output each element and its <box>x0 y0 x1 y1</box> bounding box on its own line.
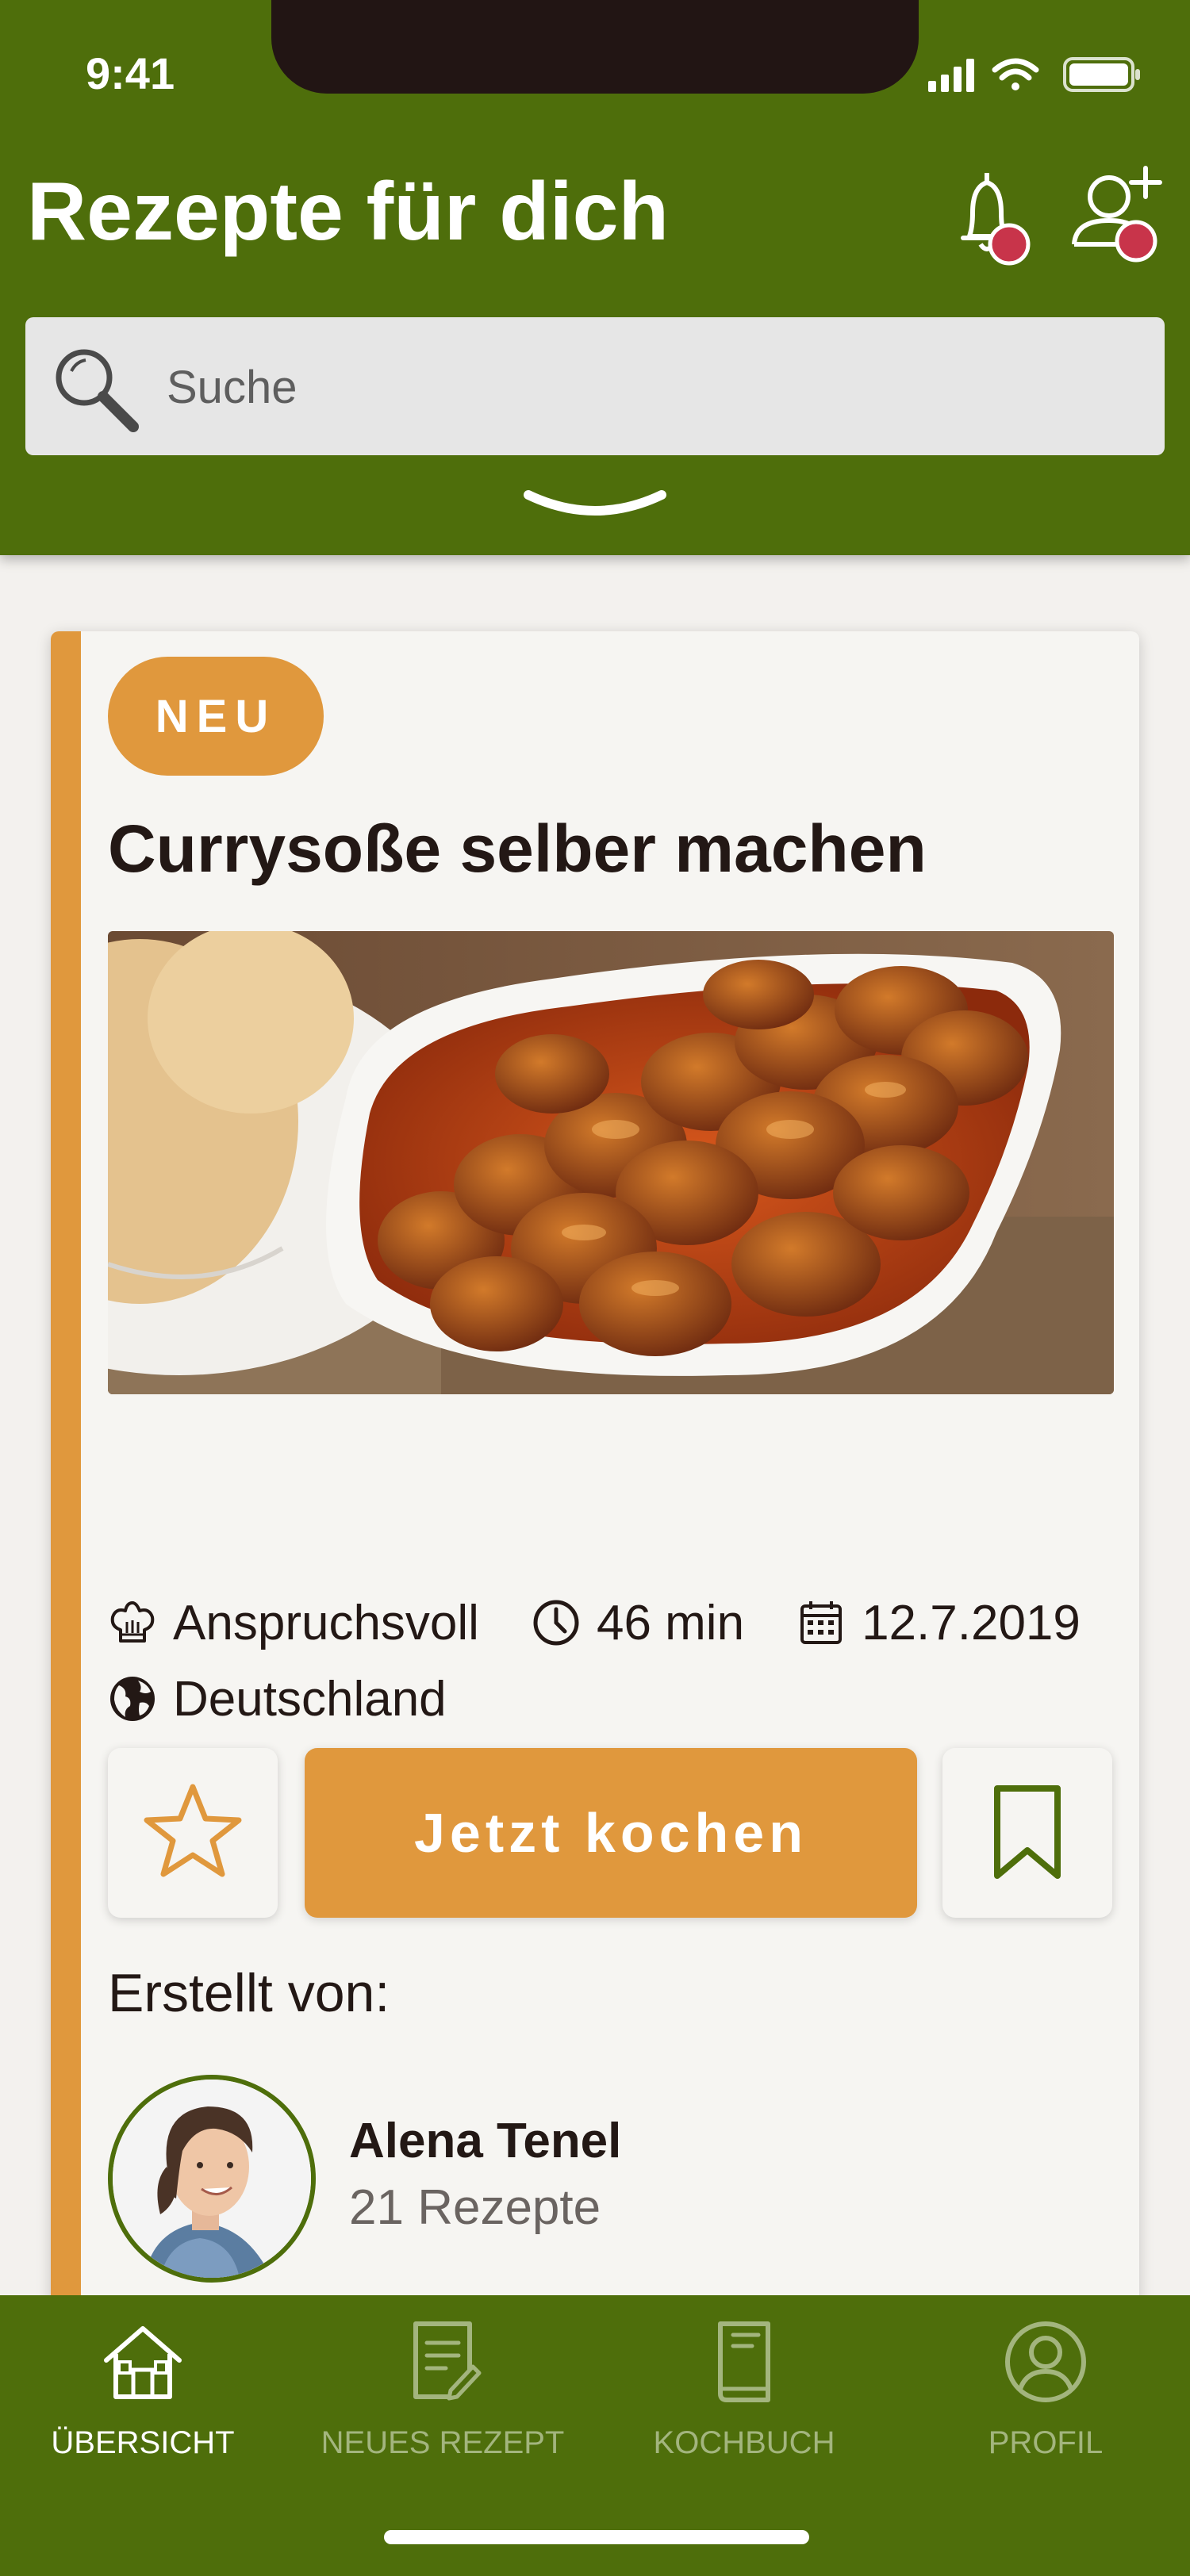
duration-meta: 46 min <box>532 1595 744 1651</box>
calendar-icon <box>800 1601 843 1644</box>
nav-label-neues-rezept: NEUES REZEPT <box>321 2425 565 2460</box>
globe-icon <box>110 1677 155 1721</box>
creator-avatar[interactable] <box>108 2075 316 2283</box>
add-friend-button[interactable] <box>1066 165 1162 268</box>
chevron-down-icon[interactable] <box>522 487 668 527</box>
search-icon <box>56 349 139 432</box>
nav-label-profil: PROFIL <box>988 2425 1104 2460</box>
search-bar[interactable] <box>25 317 1165 455</box>
home-indicator[interactable] <box>384 2530 809 2544</box>
cookbook-icon <box>718 2321 770 2402</box>
bookmark-icon <box>994 1785 1061 1879</box>
nav-item-kochbuch[interactable]: KOCHBUCH <box>593 2314 895 2473</box>
add-user-icon <box>1072 166 1162 263</box>
chef-hat-icon <box>110 1601 155 1643</box>
nav-item-profil[interactable]: PROFIL <box>895 2314 1190 2473</box>
date-text: 12.7.2019 <box>862 1595 1081 1650</box>
device-notch <box>271 0 919 94</box>
date-meta: 12.7.2019 <box>797 1595 1081 1651</box>
status-time: 9:41 <box>86 48 175 98</box>
nav-label-kochbuch: KOCHBUCH <box>653 2425 835 2460</box>
favorite-button[interactable] <box>108 1748 278 1918</box>
recipe-image[interactable] <box>108 931 1114 1394</box>
recipe-title: Currysoße selber machen <box>108 811 927 886</box>
signal-icon <box>928 59 974 92</box>
card-accent-bar <box>51 631 81 2329</box>
star-icon <box>144 1784 242 1877</box>
page-title: Rezepte für dich <box>27 166 669 258</box>
profile-icon <box>1005 2321 1086 2402</box>
top-bar: 9:41 Rezepte für dich <box>0 0 1190 555</box>
recipe-card[interactable]: NEU Currysoße selber machen Anspruchsvol… <box>51 631 1139 2329</box>
recipe-country-row: Deutschland <box>108 1667 499 1731</box>
bookmark-button[interactable] <box>942 1748 1112 1918</box>
country-meta: Deutschland <box>108 1671 447 1727</box>
notification-dot <box>1115 220 1157 263</box>
battery-icon <box>1063 57 1140 92</box>
home-icon <box>104 2326 182 2399</box>
creator-recipe-count: 21 Rezepte <box>349 2180 601 2235</box>
creator-name[interactable]: Alena Tenel <box>349 2113 621 2169</box>
nav-item-uebersicht[interactable]: ÜBERSICHT <box>0 2314 294 2473</box>
country-text: Deutschland <box>173 1671 447 1727</box>
recipe-meta-row: Anspruchsvoll 46 min 12.7.2019 <box>108 1591 1081 1654</box>
nav-item-neues-rezept[interactable]: NEUES REZEPT <box>292 2314 593 2473</box>
new-badge: NEU <box>108 657 324 776</box>
bell-icon <box>961 173 1031 266</box>
difficulty-text: Anspruchsvoll <box>173 1595 479 1650</box>
duration-text: 46 min <box>596 1595 745 1650</box>
cook-now-button[interactable]: Jetzt kochen <box>305 1748 917 1918</box>
creator-label: Erstellt von: <box>108 1963 390 2023</box>
difficulty-meta: Anspruchsvoll <box>108 1595 479 1651</box>
clock-icon <box>533 1600 579 1646</box>
notification-dot <box>988 223 1031 266</box>
status-icons <box>928 54 1142 94</box>
search-input[interactable] <box>165 341 1120 433</box>
wifi-icon <box>992 58 1039 90</box>
nav-label-uebersicht: ÜBERSICHT <box>51 2425 235 2460</box>
notifications-button[interactable] <box>946 165 1041 268</box>
new-recipe-icon <box>413 2321 482 2401</box>
